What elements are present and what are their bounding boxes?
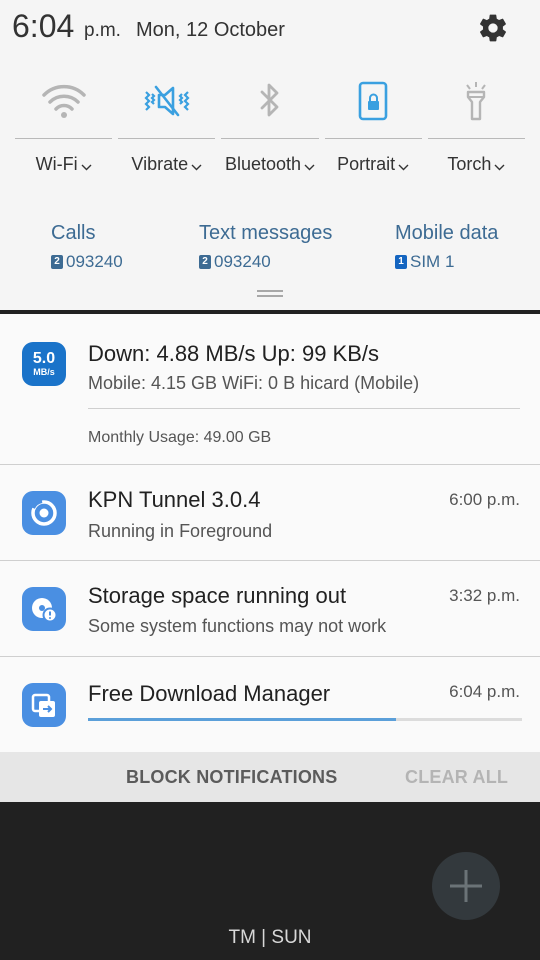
speed-icon-value: 5.0	[32, 350, 56, 367]
qs-divider	[324, 138, 422, 139]
qs-tile-torch[interactable]: Torch	[425, 72, 528, 192]
chevron-down-icon	[81, 155, 92, 176]
speed-icon-unit: MB/s	[33, 367, 55, 377]
qs-label-wifi[interactable]: Wi-Fi	[12, 154, 115, 176]
notification-free-download-manager[interactable]: Free Download Manager 6:04 p.m.	[0, 657, 540, 752]
sim-calls-title: Calls	[51, 222, 96, 244]
speed-meter-icon: 5.0 MB/s	[22, 342, 66, 386]
wifi-icon	[41, 84, 86, 118]
qs-tile-portrait[interactable]: Portrait	[322, 72, 425, 192]
clear-all-button[interactable]: CLEAR ALL	[405, 767, 508, 788]
notification-title: Storage space running out	[88, 583, 347, 608]
quick-settings-row: Wi-Fi Vibrate Bluetooth Portrait Torch	[12, 72, 528, 192]
sim-calls-value: 093240	[66, 252, 123, 271]
add-button[interactable]	[432, 852, 500, 920]
sim-data-title: Mobile data	[395, 222, 499, 244]
notification-time: 6:00 p.m.	[449, 490, 520, 509]
qs-divider	[15, 138, 113, 139]
kpn-tunnel-icon	[22, 491, 66, 535]
notification-storage[interactable]: Storage space running out Some system fu…	[0, 561, 540, 657]
qs-divider	[221, 138, 319, 139]
sim-badge: 1	[395, 255, 407, 269]
notification-list: 5.0 MB/s Down: 4.88 MB/s Up: 99 KB/s Mob…	[0, 314, 540, 752]
qs-label-portrait[interactable]: Portrait	[322, 154, 425, 176]
sim-badge: 2	[199, 255, 211, 269]
carrier-label: TM | SUN	[228, 927, 312, 948]
plus-icon	[450, 870, 482, 902]
notification-title: KPN Tunnel 3.0.4	[88, 487, 261, 512]
download-progress-fill	[88, 718, 397, 721]
qs-tile-bluetooth[interactable]: Bluetooth	[218, 72, 321, 192]
chevron-down-icon	[304, 155, 315, 176]
qs-label-text: Bluetooth	[224, 154, 301, 174]
qs-label-torch[interactable]: Torch	[425, 154, 528, 176]
drag-handle[interactable]	[257, 290, 283, 298]
vibrate-icon	[144, 85, 190, 117]
sim-settings-row: Calls 2 093240 Text messages 2 093240 Mobi…	[0, 222, 540, 282]
torch-icon	[466, 82, 487, 121]
download-manager-icon	[22, 683, 66, 727]
chevron-down-icon	[398, 155, 409, 176]
sim-text-title: Text messages	[199, 222, 333, 244]
notification-speed-meter[interactable]: 5.0 MB/s Down: 4.88 MB/s Up: 99 KB/s Mob…	[0, 314, 540, 465]
notification-time: 6:04 p.m.	[449, 682, 520, 701]
notification-kpn-tunnel[interactable]: KPN Tunnel 3.0.4 Running in Foreground 6…	[0, 465, 540, 561]
block-notifications-button[interactable]: BLOCK NOTIFICATIONS	[126, 767, 337, 788]
notification-text: Mobile: 4.15 GB WiFi: 0 B hicard (Mobile…	[88, 373, 420, 393]
gear-icon	[480, 14, 506, 42]
date-label[interactable]: Mon, 12 October	[136, 19, 285, 42]
notification-title: Down: 4.88 MB/s Up: 99 KB/s	[88, 341, 380, 366]
divider	[88, 408, 520, 409]
sim-data-value: SIM 1	[410, 252, 455, 271]
sim-text-value: 093240	[214, 252, 271, 271]
monthly-usage-text: Monthly Usage: 49.00 GB	[88, 429, 272, 446]
clock-time: 6:04	[12, 8, 75, 44]
qs-label-text: Vibrate	[131, 154, 189, 174]
clock-ampm: p.m.	[84, 20, 121, 41]
quick-settings-panel: 6:04 p.m. Mon, 12 October Wi-Fi Vibrate …	[0, 0, 540, 310]
notification-text: Running in Foreground	[88, 521, 273, 541]
sim-mobile-data[interactable]: Mobile data 1 SIM 1	[395, 222, 498, 272]
status-row: 6:04 p.m. Mon, 12 October	[0, 0, 540, 58]
qs-tile-wifi[interactable]: Wi-Fi	[12, 72, 115, 192]
qs-label-vibrate[interactable]: Vibrate	[115, 154, 218, 176]
notification-actions-bar: BLOCK NOTIFICATIONS CLEAR ALL	[0, 752, 540, 802]
qs-divider	[427, 138, 525, 139]
sim-text-messages[interactable]: Text messages 2 093240	[199, 222, 332, 272]
chevron-down-icon	[494, 155, 505, 176]
settings-button[interactable]	[474, 9, 512, 47]
qs-label-text: Torch	[447, 154, 492, 174]
sim-badge: 2	[51, 255, 63, 269]
sim-calls[interactable]: Calls 2 093240	[51, 222, 123, 272]
notification-time: 3:32 p.m.	[449, 586, 520, 605]
qs-tile-vibrate[interactable]: Vibrate	[115, 72, 218, 192]
qs-label-text: Portrait	[337, 154, 396, 174]
download-progress-bar	[88, 718, 522, 721]
bluetooth-icon	[260, 83, 279, 117]
portrait-lock-icon	[358, 81, 388, 121]
qs-divider	[118, 138, 216, 139]
qs-label-text: Wi-Fi	[35, 154, 78, 174]
notification-text: Some system functions may not work	[88, 616, 387, 636]
storage-warning-icon	[22, 587, 66, 631]
qs-label-bluetooth[interactable]: Bluetooth	[218, 154, 321, 176]
chevron-down-icon	[191, 155, 202, 176]
notification-title: Free Download Manager	[88, 681, 331, 706]
